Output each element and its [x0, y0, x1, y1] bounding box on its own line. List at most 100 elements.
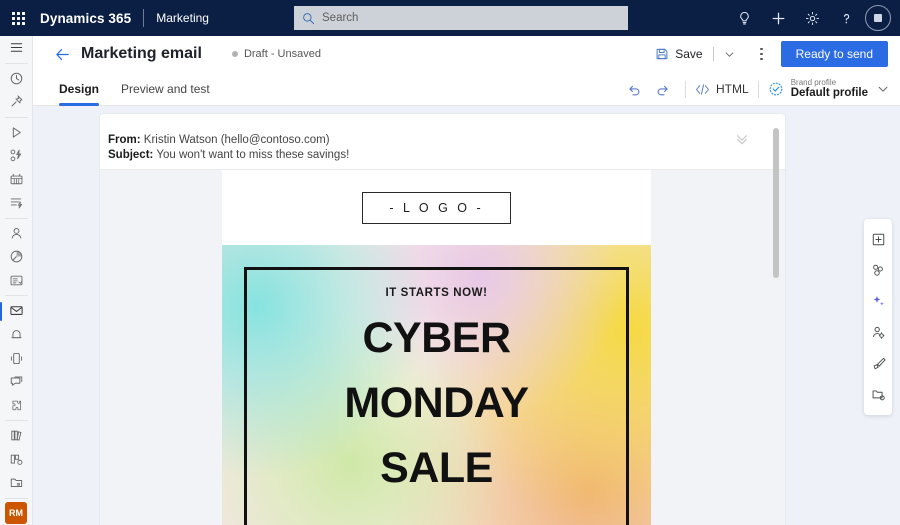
search-input[interactable] [322, 12, 620, 24]
sidebar-item-assets[interactable] [0, 471, 33, 495]
lightning-nodes-icon [10, 149, 21, 162]
sidebar-item-pinned[interactable] [0, 90, 33, 114]
back-button[interactable] [45, 36, 79, 72]
app-launcher-icon[interactable] [0, 0, 36, 36]
sidebar-item-triggers[interactable] [0, 144, 33, 168]
editor-tab-bar: Design Preview and test HTML Brand profi… [33, 72, 900, 106]
undo-button[interactable] [620, 75, 648, 103]
top-nav-actions [727, 0, 900, 36]
search-box[interactable] [294, 6, 628, 30]
logo-placeholder: - L O G O - [362, 191, 511, 224]
from-line: From: Kristin Watson (hello@contoso.com) [108, 133, 785, 148]
sidebar-item-templates[interactable] [0, 447, 33, 471]
hero-line-2: MONDAY [344, 379, 529, 427]
command-bar: Marketing email Draft - Unsaved Save Rea… [33, 36, 900, 72]
rail-divider [4, 295, 28, 297]
sidebar-item-fragments[interactable] [0, 393, 33, 417]
brand-name: Dynamics 365 [40, 10, 132, 26]
styles-button[interactable] [864, 348, 892, 379]
layouts-button[interactable] [864, 255, 892, 286]
pin-icon [11, 95, 23, 107]
sidebar-item-subscriptions[interactable] [0, 269, 33, 293]
puzzle-icon [11, 400, 21, 410]
sidebar-item-events[interactable] [0, 168, 33, 192]
logo-block[interactable]: - L O G O - [222, 170, 651, 245]
chevron-down-icon [878, 86, 888, 92]
person-icon [11, 227, 21, 239]
expand-header-button[interactable] [735, 132, 749, 151]
email-header-panel: From: Kristin Watson (hello@contoso.com)… [100, 114, 785, 170]
brand-profile-selector[interactable]: Brand profile Default profile [768, 78, 889, 100]
assets-button[interactable] [864, 379, 892, 410]
form-lightning-icon [10, 198, 22, 209]
brush-icon [873, 357, 886, 370]
sidebar-item-custom-channels[interactable] [0, 370, 33, 394]
rail-divider [4, 497, 28, 499]
email-canvas-card: From: Kristin Watson (hello@contoso.com)… [100, 114, 785, 525]
mobile-icon [10, 352, 22, 364]
sidebar-item-menu[interactable] [0, 36, 33, 60]
hamburger-icon [10, 43, 22, 53]
double-chevron-down-icon [737, 135, 747, 145]
more-commands-button[interactable] [751, 41, 773, 67]
ready-to-send-button[interactable]: Ready to send [780, 41, 888, 67]
from-label: From: [108, 134, 141, 146]
person-gear-icon [872, 326, 884, 339]
sidebar-item-recent[interactable] [0, 66, 33, 90]
tab-design[interactable]: Design [59, 72, 100, 106]
sidebar-item-journeys[interactable] [0, 121, 33, 145]
sidebar-item-contacts[interactable] [0, 222, 33, 246]
email-editor-area: From: Kristin Watson (hello@contoso.com)… [33, 106, 900, 525]
org-initials: RM [5, 502, 27, 525]
back-arrow-icon [55, 48, 69, 60]
lightbulb-icon[interactable] [727, 0, 761, 36]
tab-preview-and-test[interactable]: Preview and test [121, 72, 210, 106]
hero-kicker: IT STARTS NOW! [385, 287, 488, 299]
save-dropdown-button[interactable] [722, 49, 737, 60]
status-text: Draft - Unsaved [243, 48, 321, 60]
calendar-grid-icon [10, 173, 22, 185]
rail-divider [4, 419, 28, 421]
from-value: Kristin Watson (hello@contoso.com) [143, 134, 330, 146]
chevron-down-icon [725, 51, 734, 57]
save-button[interactable]: Save [653, 47, 704, 61]
pie-chart-icon [10, 251, 22, 263]
sidebar-item-library[interactable] [0, 424, 33, 448]
sidebar-item-text-messages[interactable] [0, 346, 33, 370]
brand-profile-label: Brand profile [790, 77, 837, 87]
hero-line-1: CYBER [362, 314, 511, 362]
email-body-scroll-area: - L O G O - IT STARTS NOW! CYBER MONDAY … [100, 170, 785, 525]
sidebar-item-push-notifications[interactable] [0, 323, 33, 347]
search-icon [303, 12, 315, 24]
hero-banner-block[interactable]: IT STARTS NOW! CYBER MONDAY SALE [222, 245, 651, 525]
canvas-scrollbar[interactable] [773, 122, 779, 525]
toolbar-divider [685, 80, 687, 98]
assets-gear-icon [872, 390, 885, 401]
play-icon [12, 127, 21, 138]
redo-button[interactable] [648, 75, 676, 103]
user-org-badge[interactable]: RM [0, 501, 33, 525]
help-icon[interactable] [829, 0, 863, 36]
sidebar-item-emails[interactable] [0, 299, 33, 323]
gear-icon[interactable] [795, 0, 829, 36]
verified-badge-icon [769, 82, 783, 96]
rail-divider [4, 217, 28, 219]
html-button[interactable]: HTML [695, 82, 749, 96]
chat-icon [10, 376, 22, 386]
add-element-button[interactable] [864, 224, 892, 255]
sidebar-item-forms[interactable] [0, 191, 33, 215]
undo-icon [628, 85, 639, 95]
rail-divider [4, 62, 28, 64]
record-status: Draft - Unsaved [231, 48, 321, 60]
nav-divider [143, 9, 145, 27]
toolbar-divider-2 [757, 80, 759, 98]
ai-assist-button[interactable] [864, 286, 892, 317]
card-list-icon [10, 275, 22, 286]
brand-profile-value: Default profile [790, 86, 868, 99]
personalization-button[interactable] [864, 317, 892, 348]
sidebar-item-segments[interactable] [0, 245, 33, 269]
canvas-scrollbar-thumb[interactable] [773, 128, 779, 278]
plus-icon[interactable] [761, 0, 795, 36]
avatar[interactable] [865, 5, 891, 31]
top-navigation-bar: Dynamics 365 Marketing [0, 0, 900, 36]
